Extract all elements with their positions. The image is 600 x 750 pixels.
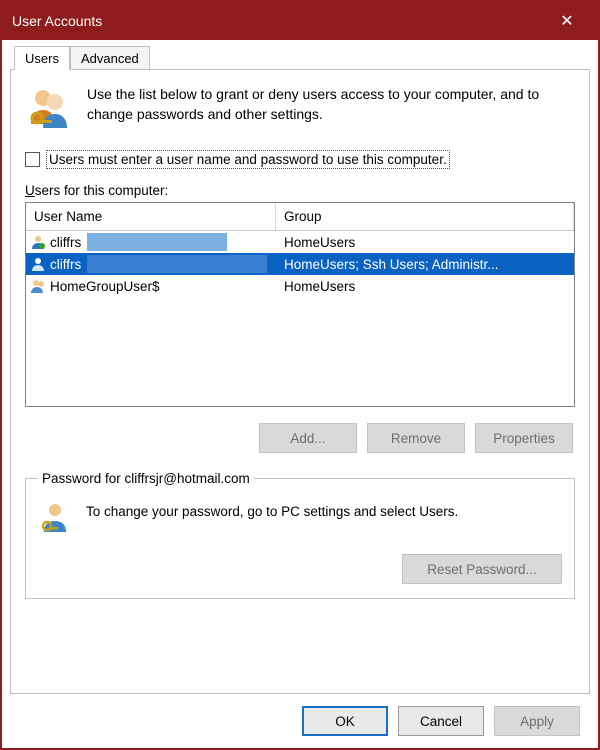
user-icon xyxy=(30,278,46,294)
intro-row: Use the list below to grant or deny user… xyxy=(25,84,575,132)
checkbox-box-icon[interactable] xyxy=(25,152,40,167)
user-name-label: cliffrs xyxy=(50,257,81,272)
cell-group: HomeUsers xyxy=(276,279,574,294)
user-icon xyxy=(30,256,46,272)
titlebar[interactable]: User Accounts ✕ xyxy=(2,2,598,40)
redacted-segment xyxy=(87,233,227,251)
user-key-icon xyxy=(38,500,72,534)
reset-password-button[interactable]: Reset Password... xyxy=(402,554,562,584)
table-row[interactable]: cliffrs HomeUsers xyxy=(26,231,574,253)
col-group[interactable]: Group xyxy=(276,203,574,230)
list-buttons: Add... Remove Properties xyxy=(27,423,573,453)
tab-strip: Users Advanced xyxy=(10,46,590,70)
col-user-name[interactable]: User Name xyxy=(26,203,276,230)
password-group: Password for cliffrsjr@hotmail.com To ch… xyxy=(25,471,575,599)
cell-group: HomeUsers; Ssh Users; Administr... xyxy=(276,257,574,272)
user-name-label: cliffrs xyxy=(50,235,81,250)
cell-user: cliffrs xyxy=(26,233,276,251)
add-button[interactable]: Add... xyxy=(259,423,357,453)
tab-panel-users: Use the list below to grant or deny user… xyxy=(10,69,590,694)
password-legend: Password for cliffrsjr@hotmail.com xyxy=(38,471,254,486)
list-rows: cliffrs HomeUsers cliffrs xyxy=(26,231,574,406)
list-header: User Name Group xyxy=(26,203,574,231)
dialog-footer: OK Cancel Apply xyxy=(10,694,590,748)
close-icon[interactable]: ✕ xyxy=(546,6,588,36)
user-list[interactable]: User Name Group cliffrs HomeUsers xyxy=(25,202,575,407)
window-title: User Accounts xyxy=(12,13,546,29)
list-label-letter: U xyxy=(25,183,35,198)
properties-button[interactable]: Properties xyxy=(475,423,573,453)
intro-text: Use the list below to grant or deny user… xyxy=(87,84,575,132)
require-login-checkbox[interactable]: Users must enter a user name and passwor… xyxy=(25,150,575,169)
require-login-label: Users must enter a user name and passwor… xyxy=(46,150,450,169)
cancel-button[interactable]: Cancel xyxy=(398,706,484,736)
tab-advanced[interactable]: Advanced xyxy=(70,46,150,70)
user-name-label: HomeGroupUser$ xyxy=(50,279,160,294)
tab-users[interactable]: Users xyxy=(14,46,70,70)
ok-button[interactable]: OK xyxy=(302,706,388,736)
apply-button[interactable]: Apply xyxy=(494,706,580,736)
user-accounts-window: User Accounts ✕ Users Advanced xyxy=(0,0,600,750)
list-label-rest: sers for this computer: xyxy=(35,183,169,198)
redacted-segment xyxy=(87,255,267,273)
users-keys-icon xyxy=(25,84,73,132)
user-icon xyxy=(30,234,46,250)
user-list-label: Users for this computer: xyxy=(25,183,575,198)
client-area: Users Advanced Use the list below to gra… xyxy=(2,40,598,748)
cell-user: HomeGroupUser$ xyxy=(26,278,276,294)
table-row[interactable]: HomeGroupUser$ HomeUsers xyxy=(26,275,574,297)
remove-button[interactable]: Remove xyxy=(367,423,465,453)
cell-user: cliffrs xyxy=(26,255,276,273)
password-text: To change your password, go to PC settin… xyxy=(86,500,458,519)
cell-group: HomeUsers xyxy=(276,235,574,250)
table-row[interactable]: cliffrs HomeUsers; Ssh Users; Administr.… xyxy=(26,253,574,275)
